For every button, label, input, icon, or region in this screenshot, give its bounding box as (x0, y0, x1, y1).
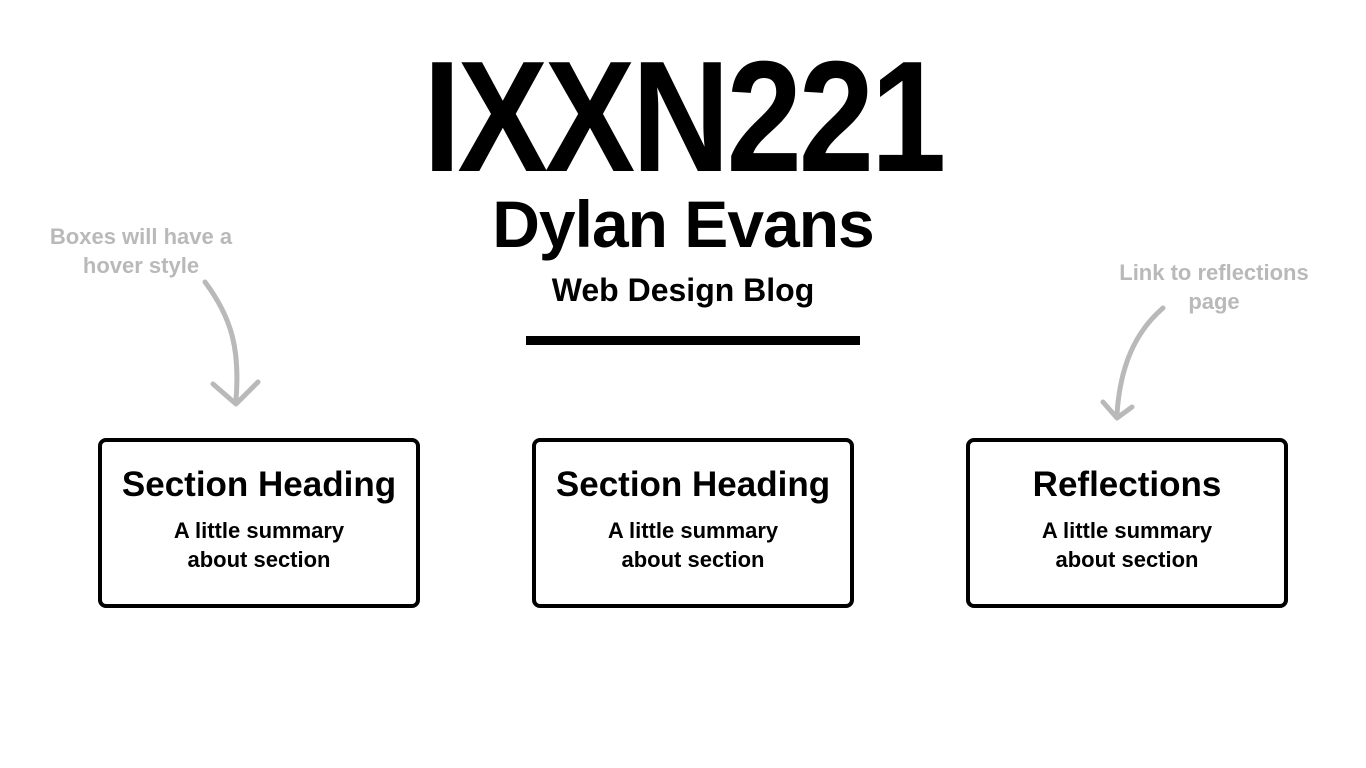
section-heading: Section Heading (555, 465, 831, 504)
section-card-2[interactable]: Section Heading A little summary about s… (532, 438, 854, 608)
right-arrow-icon (1100, 305, 1166, 421)
section-card-1[interactable]: Section Heading A little summary about s… (98, 438, 420, 608)
section-summary: A little summary about section (607, 518, 779, 572)
reflections-heading: Reflections (1032, 465, 1222, 504)
reflections-summary: A little summary about section (1041, 518, 1213, 572)
reflections-card[interactable]: Reflections A little summary about secti… (966, 438, 1288, 608)
header-divider (526, 336, 860, 345)
reflections-link-annotation: Link to reflections page (1119, 260, 1309, 314)
section-heading: Section Heading (121, 465, 397, 504)
site-title: IXXN221 (423, 29, 946, 205)
hover-style-annotation: Boxes will have a hover style (49, 224, 233, 278)
section-summary: A little summary about section (173, 518, 345, 572)
